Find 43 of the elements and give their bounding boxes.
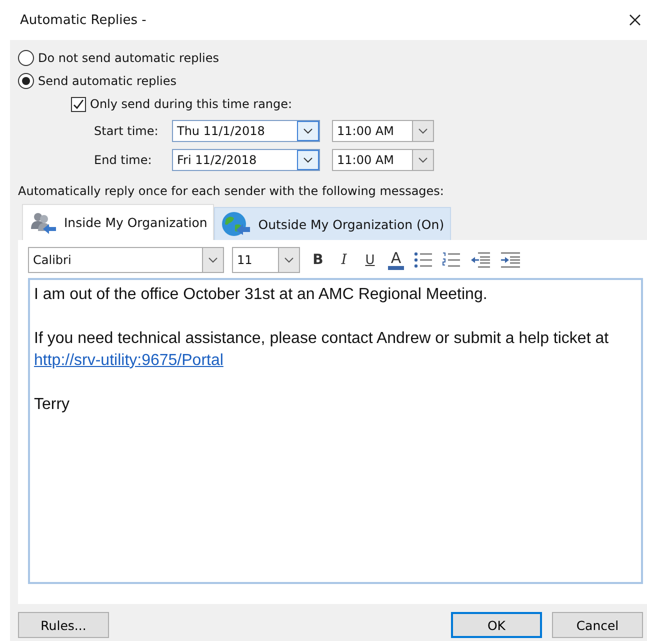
indent-icon[interactable] [500, 252, 520, 268]
chevron-icon [303, 156, 313, 162]
outdent-icon[interactable] [470, 252, 490, 268]
bold-button[interactable]: B [310, 252, 326, 268]
message-paragraph: I am out of the office October 31st at an AMC Regional Meeting. [34, 285, 488, 305]
globe-icon [221, 211, 252, 237]
field-label: Start time: [94, 124, 160, 138]
field-label: End time: [94, 152, 153, 166]
chevron-icon [208, 257, 218, 263]
checkbox[interactable] [71, 96, 86, 112]
radio-button[interactable] [18, 50, 34, 66]
date-dropdown[interactable]: Fri 11/2/2018 [172, 148, 320, 170]
tab[interactable]: Inside My Organization [22, 204, 214, 240]
people-icon [29, 210, 57, 234]
date-dropdown[interactable]: Thu 11/1/2018 [172, 120, 320, 142]
time-dropdown[interactable]: 11:00 AM [332, 120, 434, 142]
message-editor[interactable]: I am out of the office October 31st at an AMC Regional Meeting. If you need technical assistance, please contact Andrew or submit a help ticket at http://srv-utility:9675/Portal Terry [28, 278, 643, 584]
window-title: Automatic Replies - [20, 12, 146, 28]
message-paragraph: Terry [34, 395, 71, 415]
radio-button[interactable] [18, 72, 34, 88]
instructions-text: Automatically reply once for each sender with the following messages: [18, 183, 445, 200]
checkbox-label: Only send during this time range: [90, 97, 292, 111]
bullets-icon[interactable] [414, 252, 432, 268]
italic-button[interactable]: I [336, 252, 352, 268]
radio-label: Do not send automatic replies [38, 50, 220, 64]
chevron-icon [303, 128, 313, 134]
tab[interactable]: Outside My Organization (On) [214, 207, 452, 240]
rules-button[interactable]: Rules... [18, 612, 109, 638]
ok-button[interactable]: OK [451, 612, 542, 638]
close-icon[interactable] [629, 14, 641, 26]
portal-link[interactable]: http://srv-utility:9675/Portal [34, 352, 224, 369]
font-size-dropdown[interactable]: 11 [232, 247, 300, 273]
underline-button[interactable]: U [362, 252, 378, 268]
font-color-button[interactable]: A [388, 250, 404, 270]
time-dropdown[interactable]: 11:00 AM [332, 148, 434, 170]
chevron-icon [418, 156, 428, 162]
numbering-icon[interactable] [442, 252, 460, 268]
chevron-icon [418, 128, 428, 134]
message-paragraph: If you need technical assistance, please contact Andrew or submit a help ticket at http://srv-utility:9675/Portal [34, 329, 610, 371]
radio-label: Send automatic replies [38, 74, 177, 88]
cancel-button[interactable]: Cancel [552, 612, 643, 638]
font-dropdown[interactable]: Calibri [28, 247, 224, 273]
chevron-icon [284, 257, 294, 263]
